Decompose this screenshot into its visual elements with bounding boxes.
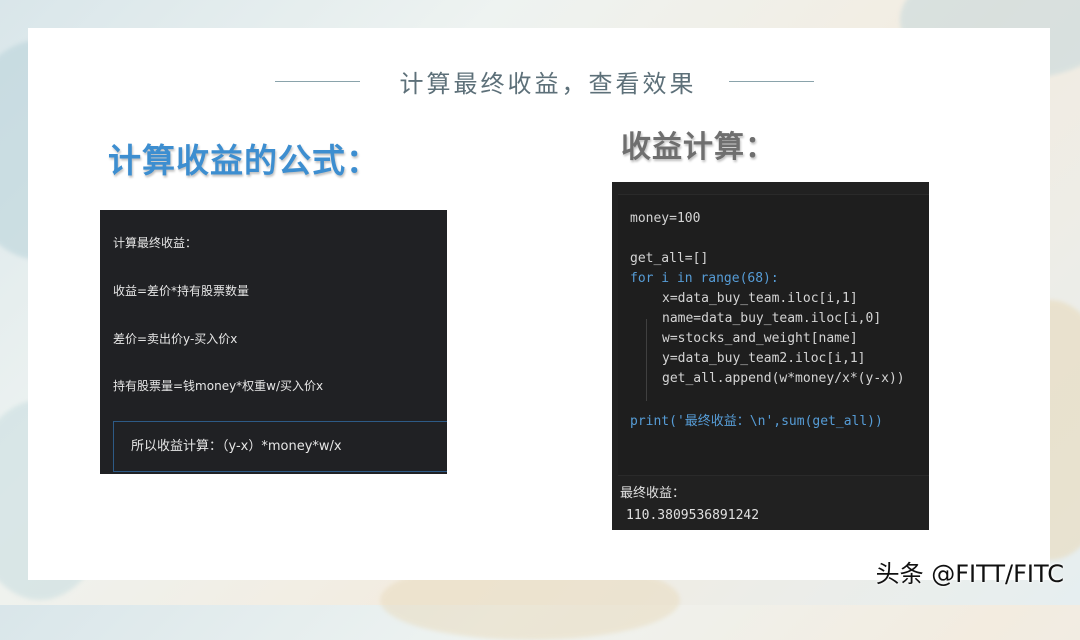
code-line-x: x=data_buy_team.iloc[i,1] [662, 291, 858, 306]
formula-line: 持有股票量=钱money*权重w/买入价x [113, 379, 324, 393]
code-line-print: print('最终收益：\n',sum(get_all)) [630, 410, 883, 429]
formula-result-text: 所以收益计算：（y-x）*money*w/x [131, 439, 342, 454]
watermark: 头条 @FITT/FITC [875, 560, 1064, 588]
calculation-heading: 收益计算： [621, 130, 776, 165]
slide-title: 计算最终收益，查看效果 [399, 70, 697, 98]
title-divider-left [275, 81, 360, 82]
slide-title-row: 计算最终收益，查看效果 [28, 64, 1050, 98]
code-text: w=stocks_and_weight[name] [662, 331, 858, 346]
code-text: get_all.append(w*money/x*(y-x)) [662, 371, 905, 386]
code-text: print('最终收益：\n',sum(get_all)) [630, 414, 883, 429]
formula-result-box: 所以收益计算：（y-x）*money*w/x [113, 421, 447, 472]
code-text: for i in range(68): [630, 271, 779, 286]
code-line-getall: get_all=[] [630, 251, 708, 266]
code-text: get_all=[] [630, 251, 709, 266]
code-line-money: money=100 [630, 211, 700, 226]
code-line-w: w=stocks_and_weight[name] [662, 331, 858, 346]
code-line-y: y=data_buy_team2.iloc[i,1] [662, 351, 866, 366]
code-line-name: name=data_buy_team.iloc[i,0] [662, 311, 881, 326]
code-text: x=data_buy_team.iloc[i,1] [662, 291, 858, 306]
indent-guide [646, 319, 647, 401]
code-cell[interactable]: money=100 get_all=[] for i in range(68):… [618, 194, 929, 476]
formula-line: 计算最终收益： [113, 236, 198, 250]
formula-line: 收益=差价*持有股票数量 [113, 284, 250, 298]
title-divider-right [729, 81, 814, 82]
slide: 计算最终收益，查看效果 计算收益的公式： 收益计算： 计算最终收益： 收益=差价… [28, 28, 1050, 580]
code-text: y=data_buy_team2.iloc[i,1] [662, 351, 866, 366]
code-panel: money=100 get_all=[] for i in range(68):… [612, 182, 929, 530]
code-text: money=100 [630, 211, 701, 226]
output-label: 最终收益： [620, 486, 686, 501]
code-line-append: get_all.append(w*money/x*(y-x)) [662, 371, 905, 386]
code-line-for: for i in range(68): [630, 271, 779, 286]
output-value: 110.3809536891242 [626, 508, 760, 523]
formula-line: 差价=卖出价y-买入价x [113, 332, 238, 346]
code-text: name=data_buy_team.iloc[i,0] [662, 311, 882, 326]
formula-heading: 计算收益的公式： [108, 141, 380, 180]
formula-panel: 计算最终收益： 收益=差价*持有股票数量 差价=卖出价y-买入价x 持有股票量=… [100, 210, 447, 474]
